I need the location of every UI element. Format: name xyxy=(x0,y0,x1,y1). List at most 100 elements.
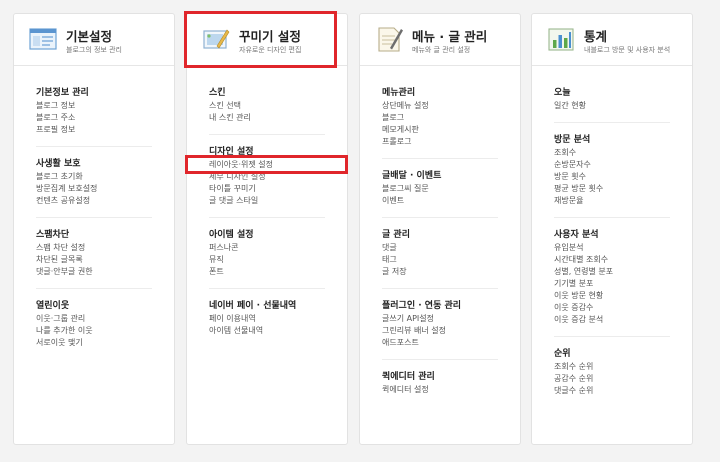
menu-group-today: 오늘 일간 현황 xyxy=(554,86,692,112)
group-title[interactable]: 스킨 xyxy=(209,86,347,100)
column-title[interactable]: 기본설정 xyxy=(66,26,112,45)
menu-item[interactable]: 글 댓글 스타일 xyxy=(209,195,347,207)
menu-group-skin: 스킨 스킨 선택 내 스킨 관리 xyxy=(209,86,347,124)
divider xyxy=(36,217,152,218)
menu-group-neighbors: 열린이웃 이웃·그룹 관리 나를 추가한 이웃 서로이웃 맺기 xyxy=(36,299,174,349)
menu-item[interactable]: 조회수 순위 xyxy=(554,361,692,373)
menu-group-delivery-event: 글배달 · 이벤트 블로그씨 질문 이벤트 xyxy=(382,169,520,207)
menu-item[interactable]: 프롤로그 xyxy=(382,136,520,148)
column-design-settings: 꾸미기 설정 자유로운 디자인 편집 스킨 스킨 선택 내 스킨 관리 디자인 … xyxy=(186,13,348,445)
divider xyxy=(36,146,152,147)
divider xyxy=(554,217,670,218)
menu-item[interactable]: 그린리뷰 배너 설정 xyxy=(382,325,520,337)
column-subtitle: 블로그의 정보 관리 xyxy=(66,46,122,54)
group-title[interactable]: 기본정보 관리 xyxy=(36,86,174,100)
menu-item[interactable]: 폰트 xyxy=(209,266,347,278)
menu-item[interactable]: 이벤트 xyxy=(382,195,520,207)
column-header: 기본설정 블로그의 정보 관리 xyxy=(14,14,174,66)
menu-item[interactable]: 순방문자수 xyxy=(554,159,692,171)
group-title[interactable]: 글 관리 xyxy=(382,228,520,242)
menu-item[interactable]: 퍼스나콘 xyxy=(209,242,347,254)
group-title[interactable]: 사용자 분석 xyxy=(554,228,692,242)
group-title[interactable]: 메뉴관리 xyxy=(382,86,520,100)
menu-item[interactable]: 타이틀 꾸미기 xyxy=(209,183,347,195)
divider xyxy=(36,288,152,289)
menu-item[interactable]: 성별, 연령별 분포 xyxy=(554,266,692,278)
group-title[interactable]: 플러그인 · 연동 관리 xyxy=(382,299,520,313)
divider xyxy=(209,217,325,218)
group-title[interactable]: 열린이웃 xyxy=(36,299,174,313)
menu-item[interactable]: 퀵에디터 설정 xyxy=(382,384,520,396)
menu-item[interactable]: 프로필 정보 xyxy=(36,124,174,136)
menu-item[interactable]: 방문집계 보호설정 xyxy=(36,183,174,195)
group-title[interactable]: 아이템 설정 xyxy=(209,228,347,242)
menu-group-basic-info: 기본정보 관리 블로그 정보 블로그 주소 프로필 정보 xyxy=(36,86,174,136)
highlight-box-design-header xyxy=(184,11,337,68)
menu-item[interactable]: 이웃 증감 분석 xyxy=(554,314,692,326)
menu-item[interactable]: 기기별 분포 xyxy=(554,278,692,290)
group-title[interactable]: 방문 분석 xyxy=(554,133,692,147)
menu-item[interactable]: 평균 방문 횟수 xyxy=(554,183,692,195)
menu-item[interactable]: 메모게시판 xyxy=(382,124,520,136)
menu-group-plugin: 플러그인 · 연동 관리 글쓰기 API설정 그린리뷰 배너 설정 애드포스트 xyxy=(382,299,520,349)
menu-item[interactable]: 상단메뉴 설정 xyxy=(382,100,520,112)
column-title[interactable]: 통계 xyxy=(584,26,607,45)
menu-group-spam: 스팸차단 스팸 차단 설정 차단된 글목록 댓글·안부글 권한 xyxy=(36,228,174,278)
menu-item[interactable]: 서로이웃 맺기 xyxy=(36,337,174,349)
column-menu-post-management: 메뉴 · 글 관리 메뉴와 글 관리 설정 메뉴관리 상단메뉴 설정 블로그 메… xyxy=(359,13,521,445)
column-subtitle: 메뉴와 글 관리 설정 xyxy=(412,46,471,54)
group-title[interactable]: 오늘 xyxy=(554,86,692,100)
menu-item[interactable]: 글쓰기 API설정 xyxy=(382,313,520,325)
menu-item[interactable]: 스팸 차단 설정 xyxy=(36,242,174,254)
menu-item[interactable]: 블로그 주소 xyxy=(36,112,174,124)
menu-item[interactable]: 태그 xyxy=(382,254,520,266)
group-title[interactable]: 퀵에디터 관리 xyxy=(382,370,520,384)
divider xyxy=(209,134,325,135)
menu-item[interactable]: 조회수 xyxy=(554,147,692,159)
menu-item[interactable]: 이웃 방문 현황 xyxy=(554,290,692,302)
menu-item[interactable]: 블로그 초기화 xyxy=(36,171,174,183)
menu-group-items: 아이템 설정 퍼스나콘 뮤직 폰트 xyxy=(209,228,347,278)
column-header: 통계 내블로그 방문 및 사용자 분석 xyxy=(532,14,692,66)
menu-item[interactable]: 블로그씨 질문 xyxy=(382,183,520,195)
column-header: 메뉴 · 글 관리 메뉴와 글 관리 설정 xyxy=(360,14,520,66)
group-title[interactable]: 스팸차단 xyxy=(36,228,174,242)
menu-item[interactable]: 이웃 증감수 xyxy=(554,302,692,314)
menu-item[interactable]: 애드포스트 xyxy=(382,337,520,349)
menu-item[interactable]: 차단된 글목록 xyxy=(36,254,174,266)
menu-item[interactable]: 아이템 선물내역 xyxy=(209,325,347,337)
menu-item[interactable]: 재방문율 xyxy=(554,195,692,207)
menu-item[interactable]: 뮤직 xyxy=(209,254,347,266)
bar-chart-icon xyxy=(548,28,574,51)
menu-group-menu-manage: 메뉴관리 상단메뉴 설정 블로그 메모게시판 프롤로그 xyxy=(382,86,520,148)
divider xyxy=(382,217,498,218)
menu-item[interactable]: 댓글·안부글 권한 xyxy=(36,266,174,278)
menu-item[interactable]: 페이 이용내역 xyxy=(209,313,347,325)
menu-item[interactable]: 유입분석 xyxy=(554,242,692,254)
group-title[interactable]: 사생활 보호 xyxy=(36,157,174,171)
menu-group-quick-editor: 퀵에디터 관리 퀵에디터 설정 xyxy=(382,370,520,396)
menu-item[interactable]: 나를 추가한 이웃 xyxy=(36,325,174,337)
menu-item[interactable]: 공감수 순위 xyxy=(554,373,692,385)
column-basic-settings: 기본설정 블로그의 정보 관리 기본정보 관리 블로그 정보 블로그 주소 프로… xyxy=(13,13,175,445)
menu-item[interactable]: 이웃·그룹 관리 xyxy=(36,313,174,325)
column-statistics: 통계 내블로그 방문 및 사용자 분석 오늘 일간 현황 방문 분석 조회수 순… xyxy=(531,13,693,445)
column-title[interactable]: 메뉴 · 글 관리 xyxy=(412,26,487,45)
column-subtitle: 내블로그 방문 및 사용자 분석 xyxy=(584,46,671,54)
menu-item[interactable]: 일간 현황 xyxy=(554,100,692,112)
browser-window-icon xyxy=(29,28,57,50)
menu-item[interactable]: 댓글 xyxy=(382,242,520,254)
menu-item[interactable]: 댓글수 순위 xyxy=(554,385,692,397)
menu-item[interactable]: 방문 횟수 xyxy=(554,171,692,183)
menu-item[interactable]: 내 스킨 관리 xyxy=(209,112,347,124)
menu-item[interactable]: 글 저장 xyxy=(382,266,520,278)
menu-item[interactable]: 블로그 정보 xyxy=(36,100,174,112)
menu-item[interactable]: 스킨 선택 xyxy=(209,100,347,112)
group-title[interactable]: 네이버 페이 · 선물내역 xyxy=(209,299,347,313)
menu-item[interactable]: 컨텐츠 공유설정 xyxy=(36,195,174,207)
group-title[interactable]: 글배달 · 이벤트 xyxy=(382,169,520,183)
group-title[interactable]: 순위 xyxy=(554,347,692,361)
menu-item[interactable]: 블로그 xyxy=(382,112,520,124)
menu-group-privacy: 사생활 보호 블로그 초기화 방문집계 보호설정 컨텐츠 공유설정 xyxy=(36,157,174,207)
menu-item[interactable]: 시간대별 조회수 xyxy=(554,254,692,266)
